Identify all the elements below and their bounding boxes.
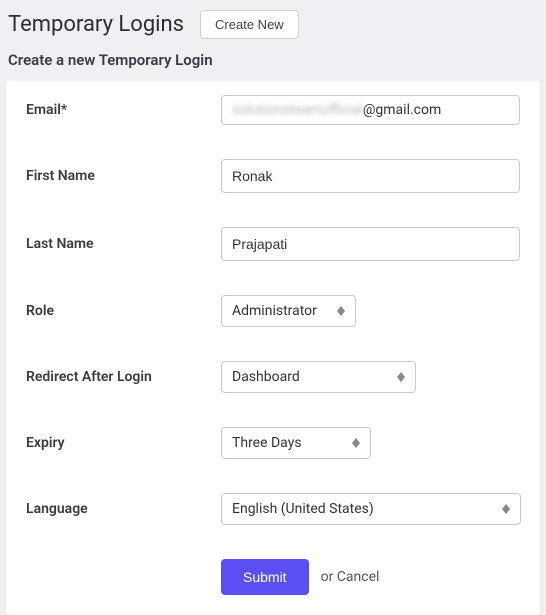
submit-button[interactable]: Submit — [221, 559, 309, 595]
stepper-icon — [502, 504, 510, 514]
language-select[interactable]: English (United States) — [221, 493, 521, 525]
redirect-select[interactable]: Dashboard — [221, 361, 416, 393]
form-heading: Create a new Temporary Login — [0, 47, 546, 81]
page-title: Temporary Logins — [8, 12, 184, 37]
expiry-label: Expiry — [26, 435, 221, 451]
create-new-button[interactable]: Create New — [200, 10, 299, 39]
first-name-field[interactable] — [221, 159, 520, 193]
stepper-icon — [352, 438, 360, 448]
redirect-value: Dashboard — [232, 369, 300, 385]
cancel-link[interactable]: Cancel — [337, 569, 380, 585]
form-card: Email* solutionsteamofficial @gmail.com … — [6, 81, 540, 615]
language-value: English (United States) — [232, 501, 374, 517]
first-name-label: First Name — [26, 168, 221, 184]
role-select[interactable]: Administrator — [221, 295, 356, 327]
stepper-icon — [337, 306, 345, 316]
email-obscured-part: solutionsteamofficial — [232, 102, 363, 118]
email-domain-part: @gmail.com — [363, 102, 441, 118]
expiry-select[interactable]: Three Days — [221, 427, 371, 459]
last-name-label: Last Name — [26, 236, 221, 252]
redirect-label: Redirect After Login — [26, 369, 221, 385]
last-name-field[interactable] — [221, 227, 520, 261]
or-text: or — [321, 569, 334, 585]
stepper-icon — [397, 372, 405, 382]
language-label: Language — [26, 501, 221, 517]
role-value: Administrator — [232, 303, 317, 319]
or-cancel-text: or Cancel — [321, 569, 380, 585]
email-label: Email* — [26, 102, 221, 118]
email-field[interactable]: solutionsteamofficial @gmail.com — [221, 95, 520, 125]
role-label: Role — [26, 303, 221, 319]
expiry-value: Three Days — [232, 435, 302, 451]
